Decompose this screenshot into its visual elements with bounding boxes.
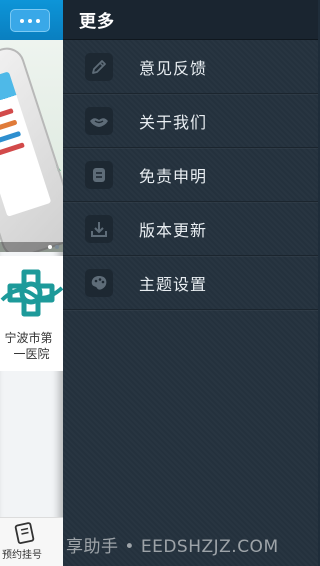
menu-item-label: 版本更新 xyxy=(139,220,208,240)
banner-indicator-strip xyxy=(0,242,63,252)
menu-title: 更多 xyxy=(79,12,115,32)
home-top-bar xyxy=(0,0,63,40)
banner-page-dots xyxy=(48,245,59,249)
promo-banner[interactable] xyxy=(0,40,63,252)
more-dot-icon xyxy=(28,18,32,23)
menu-item-label: 意见反馈 xyxy=(139,58,208,78)
download-icon xyxy=(85,214,113,243)
page-dot-active xyxy=(48,245,52,249)
bottom-tab-appointment[interactable]: 预约挂号 xyxy=(0,517,63,566)
watermark-text: 享助手 • EEDSHZJZ.COM xyxy=(66,537,279,557)
menu-item-theme-settings[interactable]: 主题设置 xyxy=(63,256,318,310)
more-dot-icon xyxy=(20,18,24,23)
menu-item-version-update[interactable]: 版本更新 xyxy=(63,202,318,256)
hospital-logo-icon xyxy=(0,269,63,317)
more-menu-drawer: 更多 意见反馈 关于我们 免责申明 版本更新 主题设置 xyxy=(63,0,318,566)
menu-item-label: 免责申明 xyxy=(139,166,208,186)
menu-header: 更多 xyxy=(63,0,318,40)
hospital-card[interactable]: 宁波市第 一医院 xyxy=(0,256,63,371)
appointment-tab-label: 预约挂号 xyxy=(2,550,42,561)
menu-item-label: 主题设置 xyxy=(139,274,208,294)
menu-list: 意见反馈 关于我们 免责申明 版本更新 主题设置 xyxy=(63,40,318,310)
hospital-name-line1: 宁波市第 xyxy=(4,331,53,345)
home-page-peek[interactable]: 宁波市第 一医院 预约挂号 xyxy=(0,0,63,566)
app-screen: 宁波市第 一医院 预约挂号 更多 意见反馈 关于我们 免责申明 版本更新 主题设… xyxy=(0,0,318,566)
handshake-icon xyxy=(85,106,113,135)
pencil-icon xyxy=(85,52,113,81)
hospital-name-line2: 一医院 xyxy=(13,347,50,361)
page-dot xyxy=(55,245,59,249)
more-menu-button[interactable] xyxy=(10,9,50,32)
phone-image xyxy=(0,42,63,252)
palette-icon xyxy=(85,268,113,297)
menu-item-label: 关于我们 xyxy=(139,112,208,132)
menu-item-feedback[interactable]: 意见反馈 xyxy=(63,40,318,94)
hospital-name: 宁波市第 一医院 xyxy=(0,330,63,362)
clipboard-icon xyxy=(14,522,35,544)
menu-item-disclaimer[interactable]: 免责申明 xyxy=(63,148,318,202)
more-dot-icon xyxy=(36,18,40,23)
menu-item-about-us[interactable]: 关于我们 xyxy=(63,94,318,148)
document-icon xyxy=(85,160,113,189)
